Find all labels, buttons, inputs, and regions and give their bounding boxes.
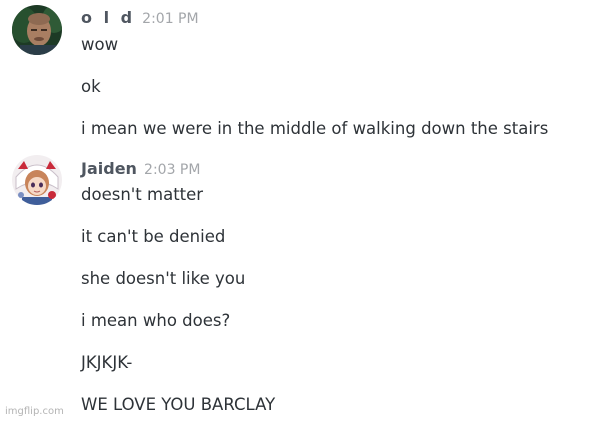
old-man-avatar-icon: [12, 5, 62, 55]
message-text: ok: [81, 77, 101, 96]
timestamp: 2:03 PM: [144, 162, 201, 178]
message-text: WE LOVE YOU BARCLAY: [81, 395, 276, 414]
anime-girl-avatar-icon: [12, 155, 62, 205]
timestamp: 2:01 PM: [142, 11, 199, 27]
message-text: doesn't matter: [81, 185, 204, 204]
username-jaiden[interactable]: Jaiden: [81, 159, 137, 178]
message-text: wow: [81, 35, 119, 54]
username-old[interactable]: o l d: [81, 8, 135, 27]
message-text: it can't be denied: [81, 227, 226, 246]
message-text: i mean we were in the middle of walking …: [81, 119, 549, 138]
old-message-header: o l d 2:01 PM: [81, 8, 199, 27]
message-text: she doesn't like you: [81, 269, 246, 288]
old-avatar[interactable]: [12, 5, 62, 55]
jaiden-avatar[interactable]: [12, 155, 62, 205]
imgflip-watermark: imgflip.com: [5, 406, 64, 417]
jaiden-message-header: Jaiden 2:03 PM: [81, 159, 200, 178]
message-text: JKJKJK-: [81, 353, 133, 372]
message-text: i mean who does?: [81, 311, 231, 330]
